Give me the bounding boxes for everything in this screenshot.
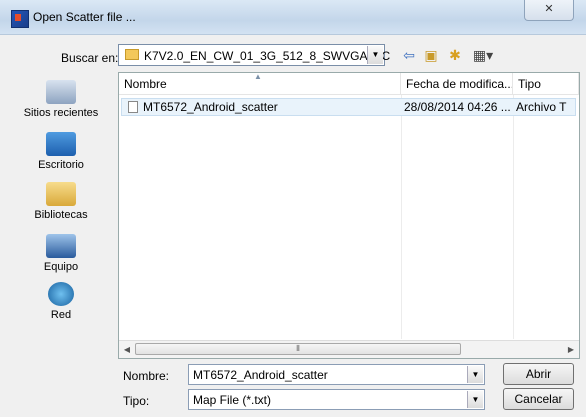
filetype-value: Map File (*.txt): [193, 393, 272, 407]
chevron-down-icon[interactable]: ▼: [367, 46, 383, 64]
place-desktop[interactable]: Escritorio: [9, 132, 113, 171]
look-in-value: K7V2.0_EN_CW_01_3G_512_8_SWVGA_TC: [144, 49, 391, 63]
filetype-label: Tipo:: [123, 394, 150, 408]
scroll-thumb[interactable]: ⦀: [135, 343, 461, 355]
place-computer[interactable]: Equipo: [9, 234, 113, 273]
column-header-type[interactable]: Tipo: [513, 73, 579, 95]
window-title: Open Scatter file ...: [33, 10, 136, 24]
column-header-name[interactable]: Nombre ▲: [119, 73, 401, 95]
filename-label: Nombre:: [123, 369, 170, 383]
app-icon: [11, 10, 29, 28]
computer-icon: [46, 234, 76, 258]
libraries-icon: [46, 182, 76, 206]
place-label: Equipo: [43, 261, 79, 273]
open-button[interactable]: Abrir: [503, 363, 574, 385]
filename-input[interactable]: MT6572_Android_scatter ▼: [188, 364, 485, 385]
place-label: Sitios recientes: [23, 107, 99, 119]
chevron-down-icon[interactable]: ▼: [467, 366, 483, 383]
up-folder-icon[interactable]: ▣: [422, 45, 440, 65]
scroll-left-icon[interactable]: ◀: [120, 343, 134, 356]
close-button[interactable]: ✕: [524, 0, 574, 21]
back-icon[interactable]: ⇦: [400, 45, 418, 65]
file-type: Archivo T: [516, 100, 567, 114]
place-label: Escritorio: [38, 159, 84, 171]
file-date: 28/08/2014 04:26 ...: [404, 100, 511, 114]
title-bar: Open Scatter file ... ✕: [0, 0, 586, 35]
look-in-combo[interactable]: K7V2.0_EN_CW_01_3G_512_8_SWVGA_TC ▼: [118, 44, 390, 66]
filename-value: MT6572_Android_scatter: [193, 368, 328, 382]
sort-up-icon: ▲: [254, 73, 262, 81]
place-network[interactable]: Red: [9, 282, 113, 321]
place-label: Red: [50, 309, 72, 321]
places-bar: Sitios recientes Escritorio Bibliotecas …: [9, 72, 113, 408]
place-label: Bibliotecas: [34, 209, 88, 221]
file-name: MT6572_Android_scatter: [143, 100, 278, 114]
look-in-label: Buscar en:: [61, 51, 119, 65]
place-recent[interactable]: Sitios recientes: [9, 80, 113, 119]
recent-places-icon: [46, 80, 76, 104]
cancel-button[interactable]: Cancelar: [503, 388, 574, 410]
desktop-icon: [46, 132, 76, 156]
view-menu-icon[interactable]: ▦▾: [470, 45, 496, 65]
filetype-select[interactable]: Map File (*.txt) ▼: [188, 389, 485, 410]
text-file-icon: [128, 101, 138, 113]
new-folder-icon[interactable]: ✱: [446, 45, 464, 65]
scroll-right-icon[interactable]: ▶: [564, 343, 578, 356]
horizontal-scrollbar[interactable]: ◀ ⦀ ▶: [119, 340, 579, 358]
network-icon: [48, 282, 74, 306]
column-divider: [513, 95, 514, 339]
folder-icon: [125, 49, 139, 60]
file-list[interactable]: Nombre ▲ Fecha de modifica... Tipo MT657…: [118, 72, 580, 359]
column-divider: [401, 95, 402, 339]
chevron-down-icon[interactable]: ▼: [467, 391, 483, 408]
place-libraries[interactable]: Bibliotecas: [9, 182, 113, 221]
column-header-date[interactable]: Fecha de modifica...: [401, 73, 513, 95]
column-name-label: Nombre: [124, 77, 167, 91]
list-item[interactable]: MT6572_Android_scatter 28/08/2014 04:26 …: [121, 98, 576, 116]
